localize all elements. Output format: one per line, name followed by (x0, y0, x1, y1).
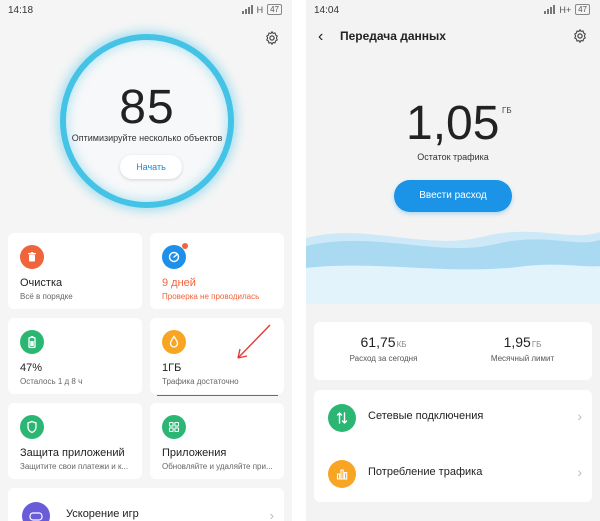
alert-dot (182, 243, 188, 249)
card-subtitle: Трафика достаточно (162, 377, 239, 386)
card-title: 1ГБ (162, 362, 182, 374)
back-arrow-icon[interactable]: ‹ (318, 28, 323, 46)
gear-icon[interactable] (264, 30, 280, 46)
card-title: 9 дней (162, 277, 196, 289)
battery-level: 47 (575, 4, 590, 15)
score-subtitle: Оптимизируйте несколько объектов (71, 133, 223, 143)
traffic-unit: ГБ (502, 106, 512, 115)
score-ring: 85 Оптимизируйте несколько объектов Нача… (60, 34, 234, 208)
network-type: H (256, 4, 264, 15)
menu-label: Потребление трафика (368, 466, 483, 478)
card-title: Ускорение игр (66, 508, 139, 520)
card-apps[interactable]: Приложения Обновляйте и удаляйте при... (150, 403, 284, 479)
chevron-right-icon: › (269, 508, 274, 521)
status-bar: 14:04 H+ 47 (306, 0, 600, 20)
menu-item-network-connections[interactable]: Сетевые подключения › (314, 390, 592, 446)
status-bar: 14:18 H 47 (0, 0, 292, 20)
card-title: Приложения (162, 447, 227, 459)
menu-label: Сетевые подключения (368, 410, 484, 422)
card-scan[interactable]: 9 дней Проверка не проводилась (150, 233, 284, 309)
status-time: 14:18 (8, 5, 34, 16)
arrows-updown-icon (328, 404, 356, 432)
security-screen: 14:18 H 47 85 Оптимизируйте несколько об… (0, 0, 292, 521)
stat-label: Расход за сегодня (349, 354, 418, 363)
stat-value: 1,95 (503, 334, 531, 350)
menu-item-traffic-usage[interactable]: Потребление трафика › (314, 446, 592, 502)
settings-menu: Сетевые подключения › Потребление трафик… (314, 390, 592, 502)
annotation-arrow (237, 324, 271, 359)
card-subtitle: Осталось 1 д 8 ч (20, 377, 83, 386)
card-cleaner[interactable]: Очистка Всё в порядке (8, 233, 142, 309)
signal-icon (544, 5, 556, 14)
battery-level: 47 (267, 4, 282, 15)
card-title: 47% (20, 362, 43, 374)
status-indicators: H 47 (241, 4, 282, 15)
bar-chart-icon (328, 460, 356, 488)
usage-stats: 61,75КБ Расход за сегодня 1,95ГБ Месячны… (314, 322, 592, 380)
signal-icon (241, 5, 253, 14)
gamepad-icon (22, 502, 50, 521)
battery-icon (20, 330, 44, 354)
header: ‹ Передача данных (306, 20, 600, 54)
chevron-right-icon: › (577, 464, 582, 480)
chevron-right-icon: › (577, 408, 582, 424)
shield-icon (20, 415, 44, 439)
page-title: Передача данных (340, 29, 446, 43)
divider (292, 0, 306, 521)
stat-unit: КБ (396, 340, 407, 349)
card-title: Защита приложений (20, 447, 125, 459)
enter-usage-button[interactable]: Ввести расход (394, 180, 512, 212)
card-app-protection[interactable]: Защита приложений Защитите свои платежи … (8, 403, 142, 479)
grid-icon (162, 415, 186, 439)
drop-icon (162, 330, 186, 354)
card-subtitle: Обновляйте и удаляйте при... (162, 462, 273, 471)
stat-label: Месячный лимит (490, 354, 555, 363)
speed-icon (162, 245, 186, 269)
stat-today: 61,75КБ Расход за сегодня (314, 334, 453, 363)
start-button[interactable]: Начать (120, 155, 182, 179)
data-transfer-screen: 14:04 H+ 47 ‹ Передача данных 1,05 ГБ Ос… (306, 0, 600, 521)
card-battery[interactable]: 47% Осталось 1 д 8 ч (8, 318, 142, 394)
network-type: H+ (559, 4, 572, 15)
stat-unit: ГБ (531, 340, 542, 349)
traffic-remaining-label: Остаток трафика (417, 152, 489, 162)
card-game-boost[interactable]: Ускорение игр › (8, 488, 284, 521)
card-subtitle: Проверка не проводилась (162, 292, 260, 301)
trash-icon (20, 245, 44, 269)
stat-monthly-limit[interactable]: 1,95ГБ Месячный лимит (453, 334, 592, 363)
card-title: Очистка (20, 277, 63, 289)
gear-icon[interactable] (572, 28, 588, 44)
status-indicators: H+ 47 (544, 4, 590, 15)
traffic-remaining-value: 1,05 (406, 97, 500, 150)
annotation-underline (157, 395, 278, 396)
security-score: 85 (119, 81, 175, 134)
card-subtitle: Защитите свои платежи и к... (20, 462, 129, 471)
stat-value: 61,75 (360, 334, 396, 350)
card-subtitle: Всё в порядке (20, 292, 73, 301)
status-time: 14:04 (314, 5, 340, 16)
wave-decoration (306, 231, 600, 304)
